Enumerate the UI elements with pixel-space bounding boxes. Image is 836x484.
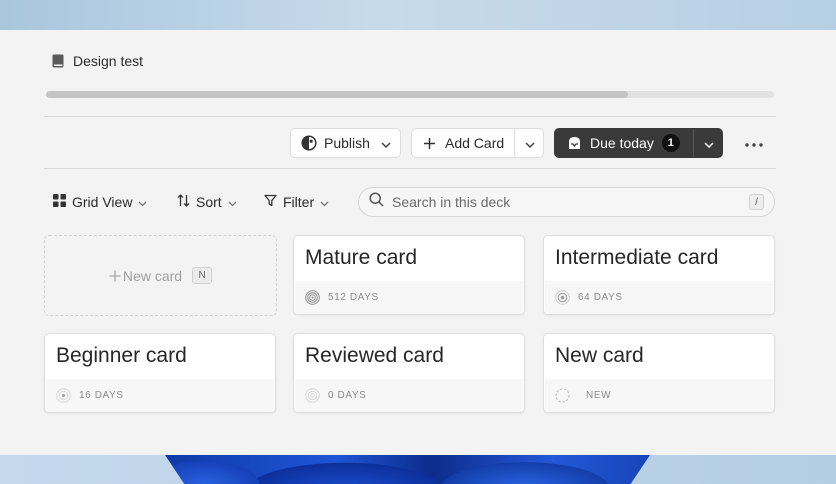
- card-meta: 512 DAYS: [328, 292, 379, 303]
- new-card-text: New card: [109, 268, 182, 284]
- card-tile[interactable]: Beginner card 16 DAYS: [44, 333, 276, 413]
- sort-label: Sort: [196, 194, 222, 210]
- app-window: Design test Publish Add Card Due today 1…: [0, 30, 836, 455]
- card-footer: 64 DAYS: [545, 281, 773, 314]
- new-card-shortcut-key: N: [192, 267, 213, 284]
- book-icon: [52, 54, 64, 68]
- grid-view-dropdown[interactable]: Grid View: [53, 193, 147, 211]
- search-input[interactable]: [392, 194, 732, 210]
- deck-title: Design test: [73, 53, 144, 69]
- globe-icon: [301, 135, 317, 151]
- plus-icon: [109, 270, 121, 282]
- plus-icon: [423, 137, 436, 150]
- card-meta: 64 DAYS: [578, 292, 623, 303]
- chevron-down-icon: [381, 135, 391, 151]
- more-horizontal-icon: [745, 134, 763, 152]
- search-box: /: [358, 187, 775, 217]
- card-title: Mature card: [305, 246, 418, 269]
- divider: [44, 168, 776, 169]
- sort-dropdown[interactable]: Sort: [177, 193, 237, 211]
- card-meta: NEW: [586, 390, 612, 401]
- filter-dropdown[interactable]: Filter: [264, 193, 329, 211]
- add-card-button[interactable]: Add Card: [412, 129, 514, 157]
- due-today-button[interactable]: Due today 1: [555, 129, 693, 157]
- card-meta: 16 DAYS: [79, 390, 124, 401]
- chevron-down-icon: [703, 135, 714, 151]
- publish-label: Publish: [324, 135, 370, 151]
- rings-beginner-icon: [56, 388, 71, 403]
- card-title: Reviewed card: [305, 344, 444, 367]
- card-title: New card: [555, 344, 644, 367]
- deck-progress-bar: [46, 91, 774, 98]
- card-title: Beginner card: [56, 344, 187, 367]
- divider: [44, 116, 776, 117]
- add-card-split-button: Add Card: [411, 128, 544, 158]
- rings-reviewed-icon: [305, 388, 320, 403]
- deck-header: Design test: [52, 52, 143, 70]
- new-card-label: New card: [122, 267, 183, 284]
- deck-progress-fill: [46, 91, 629, 98]
- card-tile[interactable]: Mature card 512 DAYS: [293, 235, 525, 315]
- due-today-split-button: Due today 1: [554, 128, 723, 158]
- filter-icon: [264, 194, 277, 210]
- add-card-options-button[interactable]: [515, 129, 544, 157]
- card-meta: 0 DAYS: [328, 390, 367, 401]
- chevron-down-icon: [320, 194, 329, 210]
- card-footer: NEW: [545, 379, 773, 412]
- search-icon: [369, 192, 384, 212]
- desktop-wallpaper-top: [0, 0, 836, 30]
- dashed-circle-icon: [555, 388, 570, 403]
- add-card-label: Add Card: [445, 135, 505, 151]
- wallpaper-bloom: [165, 455, 650, 484]
- desktop-wallpaper-bottom: [0, 455, 836, 484]
- filter-label: Filter: [283, 194, 315, 210]
- due-today-options-button[interactable]: [694, 129, 723, 157]
- rings-intermediate-icon: [555, 290, 570, 305]
- more-options-button[interactable]: [741, 134, 767, 152]
- inbox-icon: [567, 136, 582, 150]
- due-count-badge: 1: [661, 134, 680, 152]
- chevron-down-icon: [138, 194, 147, 210]
- card-tile[interactable]: Intermediate card 64 DAYS: [543, 235, 775, 315]
- card-footer: 16 DAYS: [46, 379, 274, 412]
- chevron-down-icon: [228, 194, 237, 210]
- grid-icon: [53, 194, 66, 210]
- card-footer: 0 DAYS: [295, 379, 523, 412]
- publish-button[interactable]: Publish: [290, 128, 401, 158]
- new-card-tile[interactable]: New card N: [44, 235, 277, 316]
- sort-icon: [177, 194, 190, 210]
- card-tile[interactable]: Reviewed card 0 DAYS: [293, 333, 525, 413]
- chevron-down-icon: [524, 135, 535, 151]
- search-shortcut-key: /: [749, 194, 764, 210]
- card-title: Intermediate card: [555, 246, 719, 269]
- due-today-label: Due today: [590, 135, 654, 151]
- rings-mature-icon: [305, 290, 320, 305]
- card-footer: 512 DAYS: [295, 281, 523, 314]
- grid-view-label: Grid View: [72, 194, 133, 210]
- card-tile[interactable]: New card NEW: [543, 333, 775, 413]
